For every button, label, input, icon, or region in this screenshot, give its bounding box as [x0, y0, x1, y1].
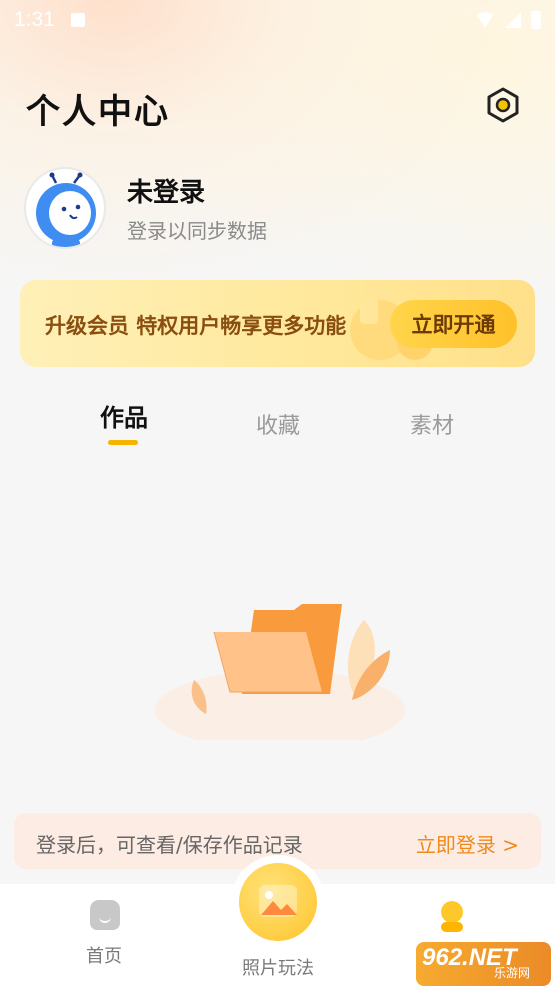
nav-photo-play-label: 照片玩法	[242, 958, 314, 979]
tab-works[interactable]: 作品	[64, 398, 184, 433]
mine-icon[interactable]	[437, 900, 467, 932]
content-tabs: 作品 收藏 素材	[0, 398, 555, 448]
battery-icon	[531, 11, 541, 29]
status-bar: 1:31	[0, 0, 555, 40]
page-title: 个人中心	[26, 92, 170, 132]
watermark-sub: 乐游网	[494, 966, 531, 980]
nav-home[interactable]: 首页	[34, 884, 174, 988]
user-subtitle[interactable]: 登录以同步数据	[127, 215, 267, 244]
notification-icon	[70, 13, 85, 27]
login-now-link[interactable]: 立即登录 >	[416, 829, 519, 858]
signal-icon	[505, 12, 521, 28]
tab-favorites[interactable]: 收藏	[218, 408, 338, 440]
vip-banner[interactable]: 升级会员 特权用户畅享更多功能 立即开通	[20, 280, 535, 367]
status-icons	[475, 11, 541, 29]
photo-play-button[interactable]	[239, 863, 317, 941]
settings-hexagon-icon[interactable]	[484, 86, 522, 124]
vip-banner-text: 升级会员 特权用户畅享更多功能	[45, 314, 347, 338]
nav-home-label: 首页	[86, 946, 122, 967]
status-time: 1:31	[14, 8, 55, 31]
empty-folder-icon	[150, 590, 410, 750]
login-hint-text: 登录后，可查看/保存作品记录	[36, 833, 303, 857]
watermark-logo: 962.NET 乐游网	[416, 942, 551, 986]
avatar[interactable]	[24, 167, 106, 249]
vip-activate-button[interactable]: 立即开通	[390, 300, 517, 348]
home-icon	[90, 900, 120, 930]
tab-materials[interactable]: 素材	[372, 408, 492, 440]
active-tab-indicator	[108, 440, 138, 445]
user-name[interactable]: 未登录	[127, 172, 205, 209]
wifi-icon	[475, 12, 495, 28]
photo-play-icon	[259, 885, 297, 917]
